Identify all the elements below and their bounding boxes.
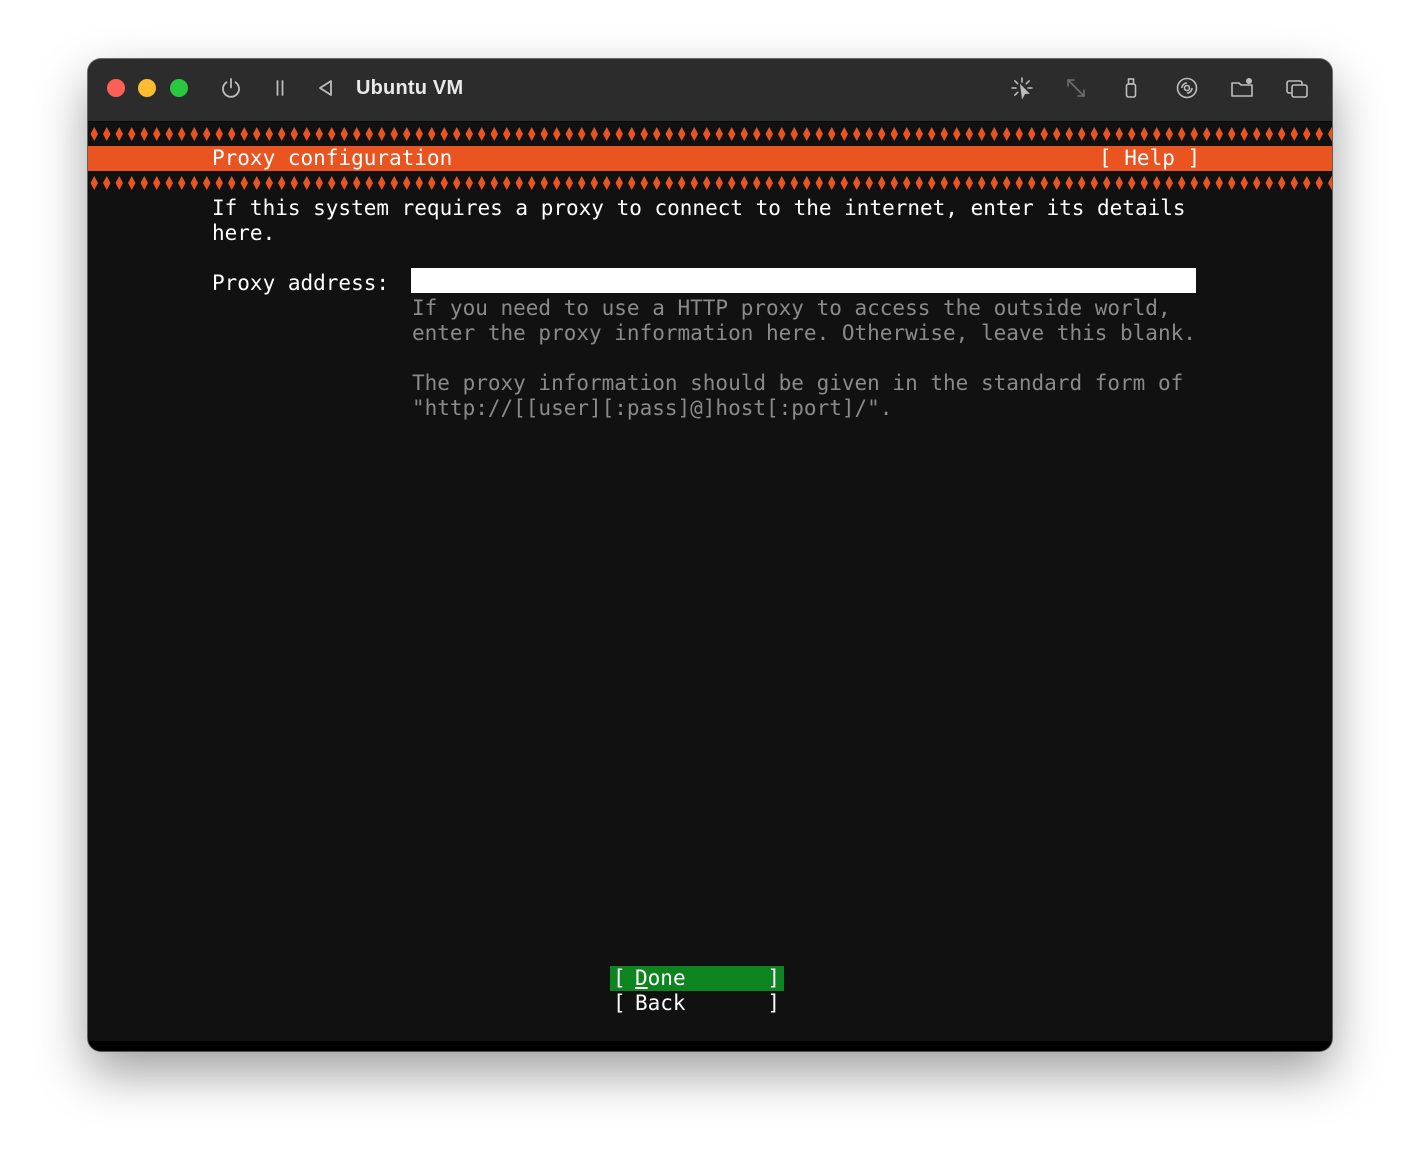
- windows-icon[interactable]: [1285, 76, 1309, 100]
- back-button[interactable]: [ Back ]: [610, 991, 784, 1016]
- screen-title: Proxy configuration: [212, 146, 453, 170]
- done-bracket-open: [: [613, 966, 626, 990]
- power-icon[interactable]: [219, 76, 243, 100]
- disc-icon[interactable]: [1175, 76, 1199, 100]
- back-label: Back: [635, 991, 686, 1015]
- close-window-button[interactable]: [107, 79, 125, 97]
- proxy-address-label: Proxy address:: [212, 271, 390, 295]
- back-triangle-icon[interactable]: [314, 76, 338, 100]
- done-bracket-close: ]: [767, 966, 780, 990]
- pause-icon[interactable]: [268, 76, 292, 100]
- help-button[interactable]: [ Help ]: [1099, 146, 1200, 171]
- top-diamond-border: [88, 126, 1332, 142]
- intro-text: If this system requires a proxy to conne…: [212, 196, 1186, 245]
- shared-folder-icon[interactable]: [1230, 76, 1254, 100]
- bottom-diamond-border: [88, 175, 1332, 191]
- zoom-window-button[interactable]: [170, 79, 188, 97]
- proxy-format-help-text: The proxy information should be given in…: [412, 371, 1184, 420]
- header-banner: Proxy configuration [ Help ]: [88, 146, 1332, 171]
- done-button[interactable]: [ Done ]: [610, 966, 784, 991]
- proxy-help-text: If you need to use a HTTP proxy to acces…: [412, 296, 1196, 345]
- usb-icon[interactable]: [1119, 76, 1143, 100]
- resize-arrows-icon[interactable]: [1064, 76, 1088, 100]
- back-bracket-open: [: [613, 991, 626, 1015]
- done-label: Done: [635, 966, 686, 990]
- title-bar: Ubuntu VM: [88, 59, 1332, 122]
- window-title: Ubuntu VM: [356, 77, 464, 99]
- capture-cursor-icon[interactable]: [1010, 76, 1034, 100]
- proxy-address-input[interactable]: [411, 268, 1196, 293]
- minimize-window-button[interactable]: [138, 79, 156, 97]
- screen-bottom-edge: [88, 1041, 1332, 1051]
- vm-screen: Proxy configuration [ Help ] If this sys…: [88, 122, 1332, 1051]
- back-bracket-close: ]: [767, 991, 780, 1015]
- vm-window: Ubuntu VM Proxy configuration [Help] I…: [88, 59, 1332, 1051]
